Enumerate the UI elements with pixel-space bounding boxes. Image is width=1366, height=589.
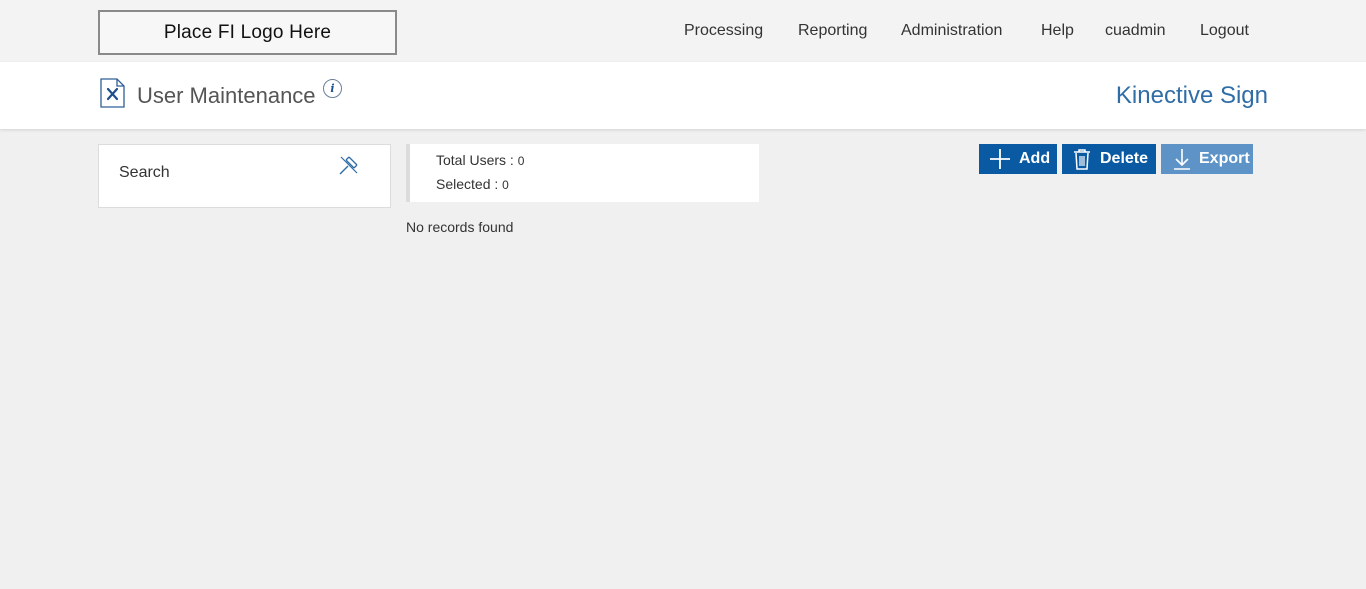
- nav-administration[interactable]: Administration: [901, 22, 1002, 40]
- plus-icon: [990, 149, 1010, 169]
- total-users: Total Users : 0: [436, 152, 524, 168]
- add-button[interactable]: Add: [979, 144, 1057, 174]
- nav-reporting[interactable]: Reporting: [798, 22, 867, 40]
- pin-icon[interactable]: [337, 153, 361, 177]
- nav-processing[interactable]: Processing: [684, 22, 763, 40]
- selected-value: 0: [502, 178, 509, 192]
- total-users-value: 0: [517, 154, 525, 168]
- top-bar: Place FI Logo Here Processing Reporting …: [0, 0, 1366, 62]
- download-icon: [1174, 149, 1190, 170]
- page-header: User Maintenance i Kinective Sign: [0, 62, 1366, 129]
- nav-user-account[interactable]: cuadmin: [1105, 22, 1165, 40]
- document-tools-icon: [100, 78, 125, 108]
- export-button[interactable]: Export: [1161, 144, 1253, 174]
- selected-users: Selected : 0: [436, 176, 509, 192]
- page-title: User Maintenance: [137, 83, 316, 108]
- nav-logout[interactable]: Logout: [1200, 22, 1249, 40]
- search-label[interactable]: Search: [119, 164, 170, 182]
- summary-panel: Total Users : 0 Selected : 0: [406, 144, 759, 202]
- selected-label: Selected :: [436, 176, 503, 192]
- delete-button[interactable]: Delete: [1062, 144, 1156, 174]
- delete-button-label: Delete: [1100, 150, 1149, 167]
- trash-icon: [1074, 149, 1090, 170]
- main-nav: Processing Reporting Administration Help…: [0, 22, 1366, 44]
- empty-state-text: No records found: [406, 219, 514, 235]
- export-button-label: Export: [1199, 150, 1250, 167]
- info-icon[interactable]: i: [323, 79, 342, 98]
- total-users-label: Total Users :: [436, 152, 518, 168]
- add-button-label: Add: [1019, 150, 1051, 167]
- product-name: Kinective Sign: [1115, 82, 1268, 109]
- search-panel: Search: [98, 144, 391, 208]
- nav-help[interactable]: Help: [1041, 22, 1074, 40]
